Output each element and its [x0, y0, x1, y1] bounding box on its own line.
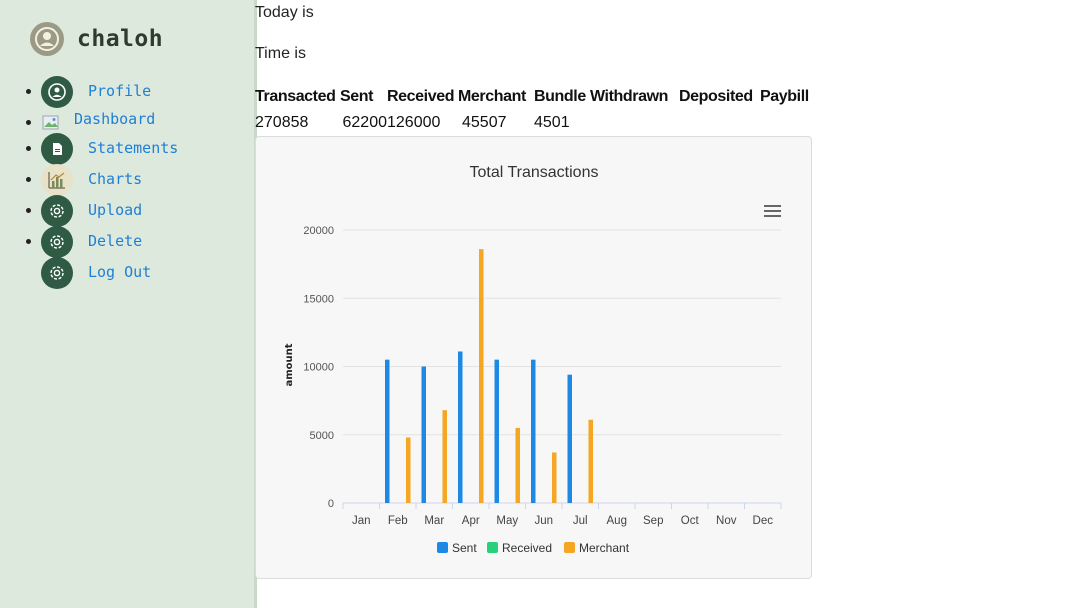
bar-sent-mar[interactable] — [421, 366, 427, 504]
hamburger-menu-icon[interactable] — [764, 205, 781, 217]
legend-label: Received — [502, 541, 552, 555]
column-header: Withdrawn — [590, 88, 669, 105]
sidebar-item-statements[interactable]: Statements — [24, 133, 224, 165]
list-bullet — [26, 120, 31, 125]
x-tick-label: Nov — [716, 515, 737, 527]
legend-item-merchant[interactable]: Merchant — [564, 541, 630, 555]
sidebar-item-logout[interactable]: Log Out — [24, 257, 224, 289]
x-tick-label: Jun — [534, 515, 553, 527]
table-cell — [679, 109, 760, 137]
legend-item-sent[interactable]: Sent — [437, 541, 477, 555]
table-row: 270858 62200 126000 45507 4501 — [255, 109, 815, 137]
user-circle-icon — [41, 76, 73, 108]
brand-name: chaloh — [77, 26, 164, 52]
chart-icon — [41, 164, 73, 196]
legend-swatch — [564, 542, 575, 553]
bar-merchant-may[interactable] — [515, 427, 521, 503]
summary-table: Transacted Sent Received Merchant Bundle… — [255, 85, 815, 137]
today-label: Today is — [255, 4, 314, 21]
bar-sent-feb[interactable] — [385, 359, 390, 503]
document-icon — [41, 133, 73, 165]
column-header: Sent — [340, 88, 374, 105]
x-tick-label: Sep — [643, 515, 663, 527]
chart-card: Total Transactions amount 0 5000 10000 1500… — [255, 136, 812, 579]
sidebar-item-dashboard[interactable]: Dashboard — [24, 107, 224, 133]
bar-merchant-mar[interactable] — [442, 410, 448, 503]
column-header: Merchant — [458, 88, 526, 105]
x-tick-label: Apr — [462, 515, 480, 527]
sidebar-item-charts[interactable]: Charts — [24, 164, 224, 196]
bar-sent-may[interactable] — [494, 359, 500, 503]
legend-label: Merchant — [579, 541, 630, 555]
bar-sent-jun[interactable] — [531, 359, 536, 503]
x-tick-label: Oct — [681, 515, 700, 527]
bar-sent-apr[interactable] — [458, 351, 463, 503]
column-header: Deposited — [679, 88, 753, 105]
sidebar: chaloh Profile Dashboard Statements Char… — [0, 0, 257, 608]
x-tick-label: Dec — [753, 515, 774, 527]
y-tick-label: 20000 — [303, 225, 334, 237]
table-cell — [760, 109, 815, 137]
legend-swatch — [437, 542, 448, 553]
gear-icon — [41, 226, 73, 258]
x-tick-label: Feb — [388, 515, 408, 527]
sidebar-item-delete[interactable]: Delete — [24, 226, 224, 258]
column-header: Bundle — [534, 88, 586, 105]
y-tick-label: 0 — [328, 498, 334, 510]
sidebar-item-label[interactable]: Charts — [88, 170, 142, 188]
sidebar-item-label[interactable]: Log Out — [88, 263, 151, 281]
legend-swatch — [487, 542, 498, 553]
sidebar-item-label[interactable]: Dashboard — [74, 110, 155, 128]
table-header-row: Transacted Sent Received Merchant Bundle… — [255, 85, 815, 109]
table-cell: 126000 — [387, 114, 441, 131]
list-bullet — [26, 177, 31, 182]
table-cell: 270858 — [255, 114, 309, 131]
sidebar-item-profile[interactable]: Profile — [24, 76, 224, 108]
list-bullet — [26, 89, 31, 94]
sidebar-item-upload[interactable]: Upload — [24, 195, 224, 227]
table-cell: 62200 — [342, 114, 388, 131]
x-tick-label: Jan — [352, 515, 371, 527]
user-avatar-icon — [35, 27, 59, 51]
sidebar-item-label[interactable]: Profile — [88, 82, 151, 100]
legend-label: Sent — [452, 541, 477, 555]
bar-chart: Total Transactions amount 0 5000 10000 1500… — [284, 164, 782, 555]
y-tick-label: 15000 — [303, 293, 334, 305]
broken-image-icon — [42, 114, 60, 132]
y-tick-label: 5000 — [310, 430, 334, 442]
y-axis-label: amount — [284, 343, 295, 386]
gear-icon — [41, 195, 73, 227]
sidebar-item-label[interactable]: Statements — [88, 139, 178, 157]
column-header: Transacted — [255, 88, 336, 105]
x-tick-label: Mar — [424, 515, 444, 527]
brand[interactable]: chaloh — [30, 22, 163, 56]
bar-merchant-jul[interactable] — [588, 419, 594, 503]
bar-merchant-feb[interactable] — [406, 437, 411, 503]
x-tick-label: Aug — [607, 515, 627, 527]
sidebar-item-label[interactable]: Delete — [88, 232, 142, 250]
legend-item-received[interactable]: Received — [487, 541, 552, 555]
x-tick-label: Jul — [573, 515, 588, 527]
avatar — [30, 22, 64, 56]
list-bullet — [26, 146, 31, 151]
list-bullet — [26, 239, 31, 244]
bar-merchant-jun[interactable] — [552, 452, 557, 503]
gear-icon — [41, 257, 73, 289]
chart-title: Total Transactions — [470, 164, 599, 181]
column-header: Received — [387, 88, 455, 105]
y-tick-label: 10000 — [303, 362, 334, 374]
table-cell — [590, 109, 679, 137]
table-cell: 45507 — [462, 114, 507, 131]
list-bullet — [26, 208, 31, 213]
x-tick-label: May — [496, 515, 518, 527]
time-label: Time is — [255, 45, 306, 62]
bar-merchant-apr[interactable] — [479, 249, 484, 503]
bar-sent-jul[interactable] — [567, 374, 573, 503]
column-header: Paybill — [760, 88, 809, 105]
table-cell: 4501 — [534, 114, 570, 131]
sidebar-item-label[interactable]: Upload — [88, 201, 142, 219]
